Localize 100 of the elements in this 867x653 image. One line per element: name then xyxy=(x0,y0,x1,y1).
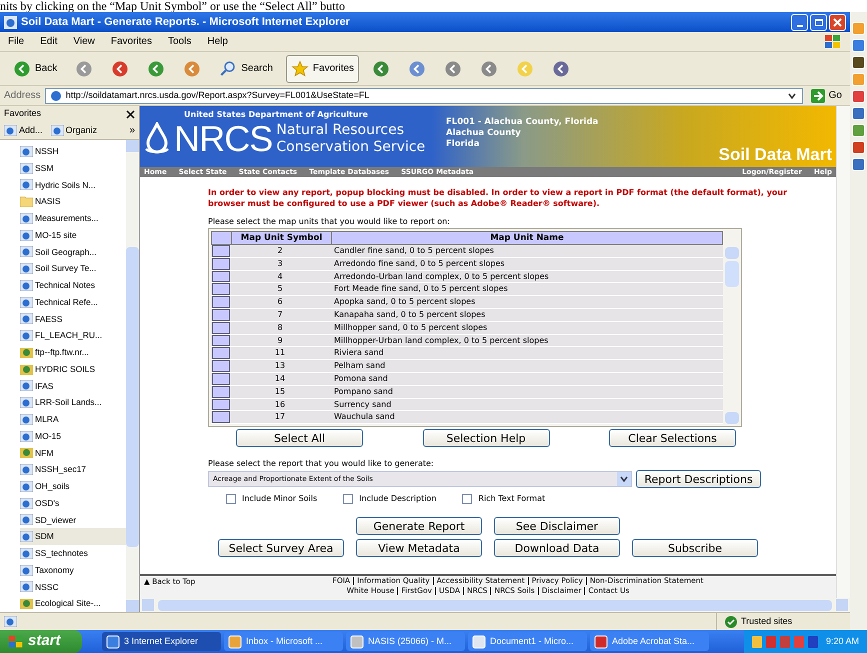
minimize-button[interactable] xyxy=(791,14,808,30)
taskbar-button[interactable]: 3 Internet Explorer xyxy=(102,632,221,651)
favorite-item[interactable]: Taxonomy xyxy=(20,562,126,578)
action-button[interactable]: Download Data xyxy=(494,539,620,558)
table-row[interactable]: 8 Millhopper sand, 0 to 5 percent slopes xyxy=(211,322,723,335)
row-selector[interactable] xyxy=(212,334,230,346)
favorite-item[interactable]: SDM xyxy=(20,528,126,545)
row-selector[interactable] xyxy=(212,283,230,296)
row-selector[interactable] xyxy=(212,308,230,321)
taskbar-button[interactable]: NASIS (25066) - M... xyxy=(346,632,465,651)
row-selector[interactable] xyxy=(212,258,230,270)
table-row[interactable]: 3 Arredondo fine sand, 0 to 5 percent slopes xyxy=(211,258,723,271)
checkbox[interactable] xyxy=(226,494,236,504)
row-selector[interactable] xyxy=(212,270,230,282)
add-favorite-button[interactable]: Add... xyxy=(4,124,43,138)
search-toolbar-button[interactable]: Search xyxy=(214,54,278,82)
favorite-item[interactable]: FL_LEACH_RU... xyxy=(20,327,126,344)
favorite-item[interactable]: MO-15 site xyxy=(20,226,126,244)
favorite-item[interactable]: ftp--ftp.ftw.nr... xyxy=(20,344,126,361)
maximize-button[interactable] xyxy=(810,14,827,30)
favorite-item[interactable]: NSSC xyxy=(20,578,126,596)
favorite-item[interactable]: Soil Survey Te... xyxy=(20,260,126,277)
go-button[interactable]: Go xyxy=(806,88,846,103)
taskbar-button[interactable]: Document1 - Micro... xyxy=(468,632,587,651)
favorite-item[interactable]: Technical Notes xyxy=(20,277,126,294)
table-action-button[interactable]: Selection Help xyxy=(422,429,550,448)
favorite-item[interactable]: MLRA xyxy=(20,411,126,428)
address-field[interactable]: http://soildatamart.nrcs.usda.gov/Report.aspx?Survey=FL001&UseState=FL xyxy=(44,88,803,104)
favorite-item[interactable]: OH_soils xyxy=(20,478,126,495)
action-button[interactable]: See Disclaimer xyxy=(494,517,620,536)
row-selector[interactable] xyxy=(212,347,230,360)
desktop-icon[interactable] xyxy=(852,90,865,103)
menu-item[interactable]: Help xyxy=(207,34,228,49)
row-selector[interactable] xyxy=(212,360,230,372)
favorite-item[interactable]: NFM xyxy=(20,444,126,462)
row-selector[interactable] xyxy=(212,322,230,334)
scrollbar[interactable] xyxy=(725,247,739,424)
table-row[interactable]: 13 Pelham sand xyxy=(211,360,723,373)
table-row[interactable]: 11 Riviera sand xyxy=(211,347,723,360)
favorite-item[interactable]: Soil Geograph... xyxy=(20,244,126,260)
favorites-toolbar-button[interactable]: Favorites xyxy=(286,54,360,82)
desktop-icon[interactable] xyxy=(852,56,865,69)
favorite-item[interactable]: Ecological Site-... xyxy=(20,595,126,612)
table-action-button[interactable]: Clear Selections xyxy=(609,429,736,448)
scrollbar[interactable] xyxy=(126,140,139,612)
row-selector[interactable] xyxy=(212,372,230,385)
taskbar-button[interactable]: Adobe Acrobat Sta... xyxy=(590,632,709,651)
table-action-button[interactable]: Select All xyxy=(236,429,363,448)
favorite-item[interactable]: LRR-Soil Lands... xyxy=(20,394,126,411)
action-button[interactable]: View Metadata xyxy=(356,539,482,558)
row-selector[interactable] xyxy=(212,398,230,410)
favorite-item[interactable]: SD_viewer xyxy=(20,512,126,528)
checkbox[interactable] xyxy=(462,494,472,504)
table-row[interactable]: 2 Candler fine sand, 0 to 5 percent slopes xyxy=(211,245,723,258)
desktop-icon[interactable] xyxy=(852,107,865,120)
close-icon[interactable] xyxy=(126,110,135,118)
favorite-item[interactable]: NSSH xyxy=(20,143,126,160)
table-row[interactable]: 6 Apopka sand, 0 to 5 percent slopes xyxy=(211,296,723,309)
menu-item[interactable]: Favorites xyxy=(110,34,152,49)
menu-item[interactable]: Tools xyxy=(168,34,192,49)
organize-button[interactable]: Organiz xyxy=(50,124,98,138)
menu-item[interactable]: View xyxy=(73,34,95,49)
more-chevron[interactable]: » xyxy=(129,123,135,138)
checkbox[interactable] xyxy=(343,494,354,504)
table-row[interactable]: 5 Fort Meade fine sand, 0 to 5 percent slopes xyxy=(211,283,723,296)
desktop-icon[interactable] xyxy=(852,39,865,52)
favorite-item[interactable]: Hydric Soils N... xyxy=(20,176,126,194)
table-row[interactable]: 9 Millhopper-Urban land complex, 0 to 5 percent slopes xyxy=(211,334,723,348)
table-row[interactable]: 15 Pompano sand xyxy=(211,386,723,399)
favorite-item[interactable]: NASIS xyxy=(20,193,126,210)
column-header[interactable]: Map Unit Name xyxy=(332,232,722,244)
row-selector[interactable] xyxy=(212,296,230,308)
desktop-icon[interactable] xyxy=(852,158,865,171)
favorite-item[interactable]: FAESS xyxy=(20,310,126,328)
start-button[interactable]: start xyxy=(0,630,82,653)
favorite-item[interactable]: MO-15 xyxy=(20,428,126,444)
row-selector[interactable] xyxy=(212,411,230,424)
favorite-item[interactable]: Technical Refe... xyxy=(20,294,126,310)
table-row[interactable]: 16 Surrency sand xyxy=(211,398,723,412)
tray-icon[interactable] xyxy=(808,636,818,648)
back-toolbar-button[interactable]: Back xyxy=(8,54,62,82)
favorite-item[interactable]: Measurements... xyxy=(20,210,126,227)
horizontal-scrollbar[interactable] xyxy=(140,598,850,612)
action-button[interactable]: Subscribe xyxy=(632,539,758,558)
table-row[interactable]: 14 Pomona sand xyxy=(211,372,723,386)
action-button[interactable]: Generate Report xyxy=(356,517,482,536)
close-button[interactable] xyxy=(829,14,846,30)
favorite-item[interactable]: IFAS xyxy=(20,378,126,394)
favorite-item[interactable]: SS_technotes xyxy=(20,545,126,562)
action-button[interactable]: Select Survey Area xyxy=(218,539,344,558)
table-row[interactable]: 17 Wauchula sand xyxy=(211,411,723,424)
favorite-item[interactable]: OSD's xyxy=(20,494,126,512)
menu-item[interactable]: File xyxy=(8,34,24,49)
row-selector[interactable] xyxy=(212,245,230,257)
report-descriptions-button[interactable]: Report Descriptions xyxy=(636,470,761,488)
menu-item[interactable]: Edit xyxy=(40,34,58,49)
favorite-item[interactable]: HYDRIC SOILS xyxy=(20,360,126,378)
taskbar-button[interactable]: Inbox - Microsoft ... xyxy=(224,632,343,651)
desktop-icon[interactable] xyxy=(852,141,865,154)
row-selector[interactable] xyxy=(212,386,230,398)
